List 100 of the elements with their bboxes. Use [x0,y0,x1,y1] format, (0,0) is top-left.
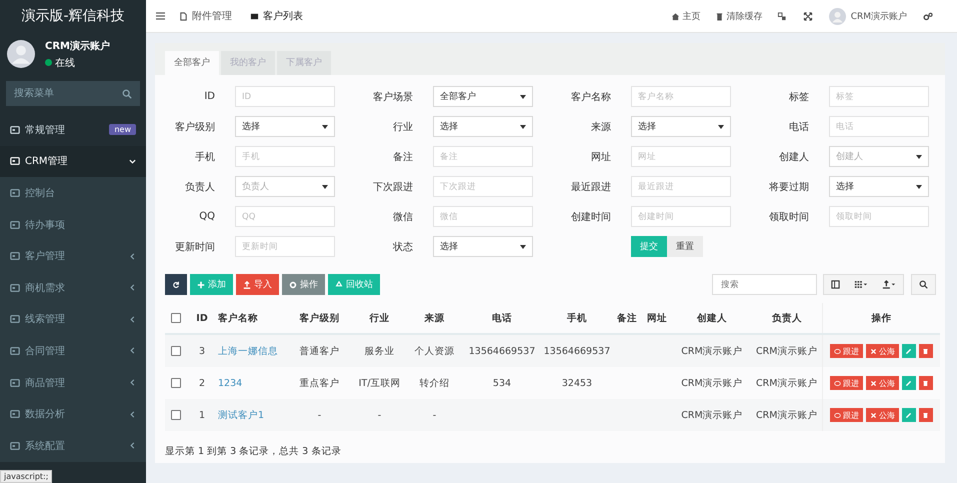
fullscreen-icon[interactable] [802,12,813,20]
chevron-down-icon [129,158,136,165]
table-cell: 普通客户 [300,346,340,356]
menu-item[interactable]: 商机需求 [0,272,146,304]
recycle-button[interactable]: 回收站 [328,274,380,295]
table-cell: CRM演示账户 [681,378,743,388]
table-cell: 服务业 [364,346,394,356]
table-cell: 3 [198,346,206,356]
field-label: 电话 [788,120,809,134]
field-label: 客户场景 [372,90,413,104]
input-field[interactable]: 手机 [235,146,335,167]
select-all-checkbox[interactable] [171,312,181,323]
delete-button[interactable] [918,408,933,422]
follow-up-button[interactable]: 跟进 [830,376,863,390]
input-field[interactable]: 备注 [433,146,533,167]
delete-button[interactable] [918,376,933,390]
input-field[interactable]: 更新时间 [235,236,335,257]
input-field[interactable]: 最近跟进 [631,176,731,197]
input-field[interactable]: 标签 [829,86,929,107]
pencil-icon [905,380,912,386]
menu-icon[interactable] [156,12,165,20]
select-field[interactable]: 选择 [631,116,731,137]
input-field[interactable]: QQ [235,206,335,227]
input-field[interactable]: 领取时间 [829,206,929,227]
card-view-button[interactable] [824,275,847,294]
public-pool-button[interactable]: 公海 [866,408,899,422]
caret-icon [916,154,922,158]
user-menu[interactable]: CRM演示账户 [828,8,907,24]
menu-item[interactable]: CRM管理 [0,146,146,178]
select-field[interactable]: 创建人 [829,146,929,167]
chevron-left-icon [129,284,136,292]
table-cell: 个人资源 [414,346,454,356]
input-field[interactable]: ID [235,86,335,107]
table-search-field[interactable]: 搜索 [712,274,817,295]
menu-item[interactable]: 商品管理 [0,366,146,398]
close-icon [870,412,877,418]
add-button[interactable]: 添加 [190,274,233,295]
field-label: 负责人 [184,180,215,194]
select-field[interactable]: 选择 [433,116,533,137]
follow-up-button[interactable]: 跟进 [830,408,863,422]
input-field[interactable]: 下次跟进 [433,176,533,197]
field-label: 来源 [590,120,611,134]
header-link[interactable]: 清除缓存 [714,10,763,22]
edit-button[interactable] [902,376,916,390]
input-field[interactable]: 网址 [631,146,731,167]
menu-icon [10,188,20,198]
nav-tab[interactable]: 客户列表 [250,9,303,23]
trash-icon [714,12,724,20]
input-field[interactable]: 客户名称 [631,86,731,107]
menu-item[interactable]: 待办事项 [0,208,146,240]
columns-icon [854,280,868,289]
select-field[interactable]: 选择 [433,236,533,257]
table-cell: 重点客户 [300,378,340,388]
menu-item[interactable]: 常规管理 new [0,114,146,146]
select-field[interactable]: 负责人 [235,176,335,197]
menu-item[interactable]: 合同管理 [0,335,146,367]
menu-item[interactable]: 系统配置 [0,430,146,462]
menu-item[interactable]: 控制台 [0,177,146,209]
more-button[interactable]: 操作 [282,274,325,295]
nav-tab[interactable]: 附件管理 [179,9,232,23]
edit-button[interactable] [902,344,916,358]
select-field[interactable]: 选择 [829,176,929,197]
pencil-icon [905,412,912,418]
field-label: ID [203,91,215,102]
chevron-left-icon [129,347,136,354]
menu-item[interactable]: 客户管理 [0,240,146,272]
customer-link[interactable]: 1234 [218,378,242,388]
submit-button[interactable]: 提交 [631,236,667,257]
field-label: 标签 [788,90,809,104]
menu-search-field[interactable]: 搜索菜单 [6,81,140,106]
search-button[interactable] [911,274,936,295]
menu-item[interactable]: 数据分析 [0,398,146,430]
select-field[interactable]: 选择 [235,116,335,137]
input-field[interactable]: 创建时间 [631,206,731,227]
input-field[interactable]: 电话 [829,116,929,137]
input-field[interactable]: 微信 [433,206,533,227]
filter-tab[interactable]: 全部客户 [165,51,219,75]
import-button[interactable]: 导入 [236,274,279,295]
chevron-left-icon [129,252,136,260]
menu-search-input[interactable]: 搜索菜单 [14,88,122,99]
upload-icon [243,280,251,288]
reset-button[interactable]: 重置 [667,236,703,257]
public-pool-button[interactable]: 公海 [866,344,899,358]
header-link[interactable]: 主页 [670,10,701,22]
menu-item[interactable]: 线索管理 [0,304,146,336]
public-pool-button[interactable]: 公海 [866,376,899,390]
file-icon [179,12,188,20]
export-button[interactable] [875,275,903,294]
row-checkbox[interactable] [171,410,181,420]
row-checkbox[interactable] [171,346,181,356]
settings-icon[interactable] [923,12,933,20]
delete-button[interactable] [918,344,933,358]
follow-up-button[interactable]: 跟进 [830,344,863,358]
select-field[interactable]: 全部客户 [433,86,533,107]
menu-icon [10,346,20,356]
search-icon[interactable] [122,88,132,98]
edit-button[interactable] [902,408,916,422]
row-checkbox[interactable] [171,378,181,388]
menu-icon [10,282,20,293]
refresh-button[interactable] [165,274,187,295]
